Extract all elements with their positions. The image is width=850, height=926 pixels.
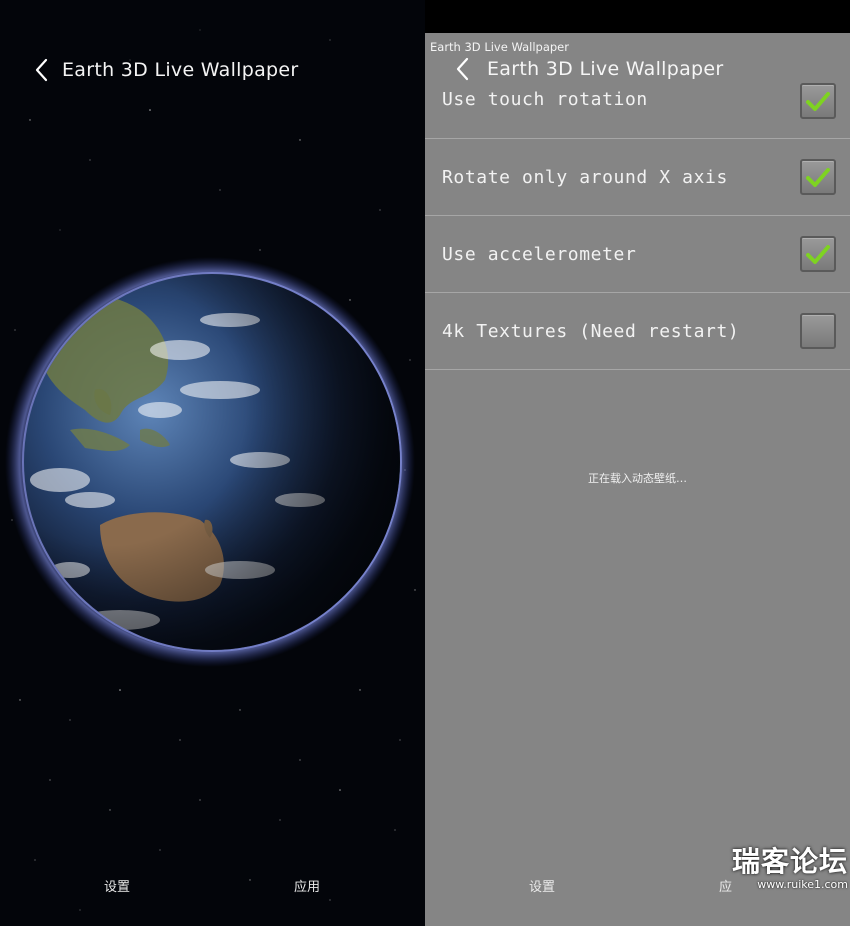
checkbox-checked[interactable] bbox=[800, 83, 836, 119]
loading-status: 正在载入动态壁纸… bbox=[588, 472, 687, 485]
pref-touch-rotation[interactable]: Use touch rotation bbox=[425, 63, 850, 139]
pref-label: Use touch rotation bbox=[442, 89, 648, 110]
earth-globe bbox=[0, 240, 425, 680]
settings-content: Earth 3D Live Wallpaper Earth 3D Live Wa… bbox=[425, 33, 850, 926]
pref-label: Rotate only around X axis bbox=[442, 166, 728, 188]
settings-button[interactable]: 设置 bbox=[529, 876, 555, 895]
pref-label: 4k Textures (Need restart) bbox=[442, 320, 740, 342]
checkmark-icon bbox=[806, 245, 830, 264]
pref-accelerometer[interactable]: Use accelerometer bbox=[425, 216, 850, 293]
checkbox-checked[interactable] bbox=[800, 236, 836, 272]
watermark-text: 瑞客论坛 bbox=[731, 845, 848, 878]
pref-label: Use accelerometer bbox=[442, 243, 637, 265]
checkbox-unchecked[interactable] bbox=[800, 313, 836, 349]
app-bar: Earth 3D Live Wallpaper bbox=[0, 50, 425, 90]
settings-button[interactable]: 设置 bbox=[104, 876, 130, 895]
pref-rotate-x-axis[interactable]: Rotate only around X axis bbox=[425, 139, 850, 216]
wallpaper-preview-panel: Earth 3D Live Wallpaper 设置 应用 bbox=[0, 0, 425, 926]
pref-4k-textures[interactable]: 4k Textures (Need restart) bbox=[425, 293, 850, 370]
page-title: Earth 3D Live Wallpaper bbox=[62, 59, 299, 81]
apply-button[interactable]: 应用 bbox=[294, 876, 320, 895]
back-arrow-icon[interactable] bbox=[22, 50, 62, 90]
checkmark-icon bbox=[806, 168, 830, 187]
checkmark-icon bbox=[806, 92, 830, 111]
preference-list: Use touch rotation Rotate only around X … bbox=[425, 63, 850, 370]
checkbox-checked[interactable] bbox=[800, 159, 836, 195]
bottom-action-bar: 设置 应用 bbox=[0, 870, 425, 900]
status-area bbox=[425, 0, 850, 33]
watermark-logo: 瑞客论坛 www.ruike1.com bbox=[720, 840, 848, 892]
